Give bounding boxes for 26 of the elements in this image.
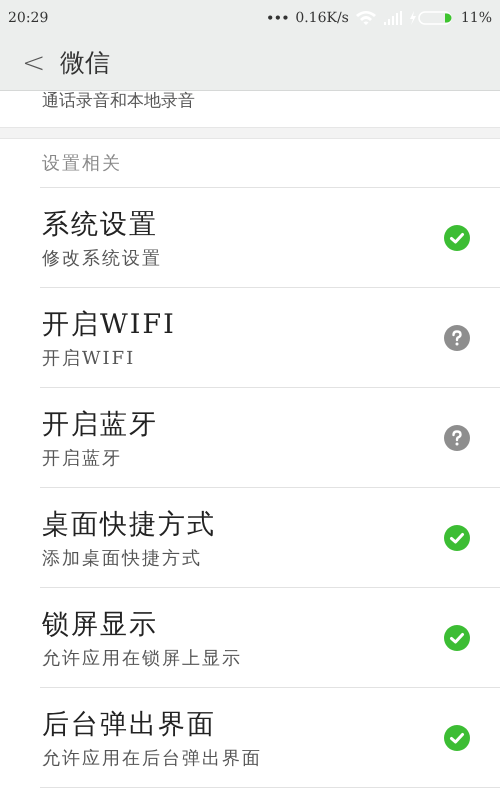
check-icon[interactable]	[444, 524, 470, 550]
battery-percent: 11%	[460, 10, 492, 26]
more-dots: •••	[266, 10, 290, 24]
question-icon[interactable]	[444, 324, 470, 350]
item-subtitle: 开启WIFI	[42, 346, 136, 370]
network-speed: 0.16K/s	[295, 10, 349, 26]
item-title: 系统设置	[42, 208, 159, 242]
item-subtitle: 允许应用在后台弹出界面	[42, 746, 262, 770]
check-icon[interactable]	[444, 224, 470, 250]
item-subtitle: 通话录音和本地录音	[42, 91, 195, 111]
check-icon[interactable]	[444, 724, 470, 750]
item-subtitle: 允许应用在锁屏上显示	[42, 646, 242, 670]
check-icon[interactable]	[444, 624, 470, 650]
item-title: 后台弹出界面	[42, 708, 217, 742]
back-button[interactable]: <	[22, 46, 52, 79]
item-subtitle: 开启蓝牙	[42, 446, 123, 470]
item-title: 桌面快捷方式	[42, 508, 216, 542]
item-title: 开启蓝牙	[42, 408, 158, 442]
question-icon[interactable]	[444, 424, 470, 450]
section-title: 设置相关	[42, 152, 122, 175]
item-title: 锁屏显示	[42, 608, 159, 642]
item-subtitle: 添加桌面快捷方式	[42, 546, 203, 570]
header-title: 微信	[60, 47, 110, 79]
item-subtitle: 修改系统设置	[42, 246, 162, 270]
item-title: 开启WIFI	[42, 308, 176, 342]
status-time: 20:29	[8, 10, 48, 26]
